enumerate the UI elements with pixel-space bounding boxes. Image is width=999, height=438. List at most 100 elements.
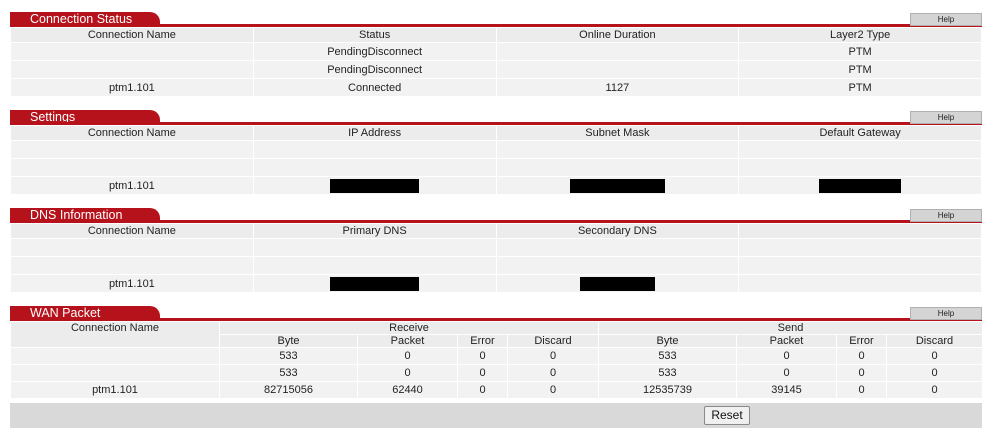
table-row: PendingDisconnect PTM xyxy=(10,60,982,79)
redacted-block xyxy=(819,178,902,193)
redacted-block xyxy=(330,178,420,193)
table-cell xyxy=(495,256,740,275)
table-cell xyxy=(10,364,220,382)
table-cell: ptm1.101 xyxy=(10,381,220,399)
table-cell xyxy=(10,256,254,275)
wan-packet-header: WAN Packet Help xyxy=(10,306,982,321)
column-header xyxy=(738,223,982,239)
table-cell xyxy=(252,238,497,257)
help-button[interactable]: Help xyxy=(910,209,982,222)
table-cell xyxy=(495,158,740,177)
table-cell xyxy=(738,274,982,293)
connection-status-section: Connection Status Help Connection Name S… xyxy=(10,12,982,97)
table-cell: 0 xyxy=(457,347,508,365)
section-rule xyxy=(10,122,982,125)
column-header: Primary DNS xyxy=(252,223,497,239)
settings-section: Settings Help Connection Name IP Address… xyxy=(10,110,982,195)
table-cell xyxy=(252,158,497,177)
table-cell: 533 xyxy=(598,364,737,382)
table-cell: 0 xyxy=(885,364,984,382)
table-cell: ptm1.101 xyxy=(10,274,254,293)
footer-bar: Reset xyxy=(10,403,982,428)
table-row: 533 0 0 0 533 0 0 0 xyxy=(10,364,984,382)
settings-header: Settings Help xyxy=(10,110,982,125)
column-header: Layer2 Type xyxy=(738,27,982,43)
table-row: ptm1.101 xyxy=(10,176,982,195)
table-cell: PTM xyxy=(738,42,982,61)
column-header: Secondary DNS xyxy=(495,223,740,239)
table-cell: 0 xyxy=(457,364,508,382)
table-cell xyxy=(495,238,740,257)
table-cell: 533 xyxy=(598,347,737,365)
table-cell: ptm1.101 xyxy=(10,176,254,195)
table-cell xyxy=(10,238,254,257)
column-header: Error xyxy=(457,334,508,348)
column-header: Byte xyxy=(598,334,737,348)
table-cell: 0 xyxy=(736,347,837,365)
default-gateway-cell xyxy=(738,176,982,195)
table-row: PendingDisconnect PTM xyxy=(10,42,982,61)
table-cell: 0 xyxy=(507,347,599,365)
table-cell xyxy=(495,60,740,79)
table-cell: 12535739 xyxy=(598,381,737,399)
table-cell: 0 xyxy=(507,381,599,399)
help-button[interactable]: Help xyxy=(910,13,982,26)
connection-status-table: Connection Name Status Online Duration L… xyxy=(10,27,982,97)
column-header: Byte xyxy=(219,334,358,348)
table-cell: 0 xyxy=(885,347,984,365)
table-cell: PTM xyxy=(738,60,982,79)
table-cell: 1127 xyxy=(495,78,740,97)
column-header: Connection Name xyxy=(10,125,254,141)
help-button[interactable]: Help xyxy=(910,307,982,320)
table-row: ptm1.101 xyxy=(10,274,982,293)
subnet-mask-cell xyxy=(495,176,740,195)
column-header: Online Duration xyxy=(495,27,740,43)
column-header: Error xyxy=(836,334,887,348)
table-cell xyxy=(252,140,497,159)
table-cell: PTM xyxy=(738,78,982,97)
dns-table: Connection Name Primary DNS Secondary DN… xyxy=(10,223,982,293)
table-cell xyxy=(738,256,982,275)
column-header: Discard xyxy=(507,334,599,348)
table-cell xyxy=(738,238,982,257)
table-row xyxy=(10,158,982,177)
dns-section: DNS Information Help Connection Name Pri… xyxy=(10,208,982,293)
table-cell xyxy=(738,140,982,159)
table-cell: 0 xyxy=(836,347,887,365)
table-cell: 0 xyxy=(357,347,458,365)
column-header: Connection Name xyxy=(10,223,254,239)
table-cell: ptm1.101 xyxy=(10,78,254,97)
table-cell: 533 xyxy=(219,364,358,382)
table-row: ptm1.101 82715056 62440 0 0 12535739 391… xyxy=(10,381,984,399)
redacted-block xyxy=(330,276,420,291)
table-cell: PendingDisconnect xyxy=(252,42,497,61)
redacted-block xyxy=(579,276,655,291)
table-cell xyxy=(10,140,254,159)
column-header: Packet xyxy=(357,334,458,348)
table-row xyxy=(10,140,982,159)
column-header: Connection Name xyxy=(10,321,220,348)
table-cell xyxy=(252,256,497,275)
table-cell xyxy=(738,158,982,177)
table-cell xyxy=(495,140,740,159)
receive-header: Receive xyxy=(219,321,599,335)
wan-packet-table: Connection Name Receive Send Byte Packet… xyxy=(10,321,984,399)
table-cell: 0 xyxy=(836,364,887,382)
table-cell: 0 xyxy=(736,364,837,382)
reset-button[interactable]: Reset xyxy=(704,406,750,425)
column-header: Subnet Mask xyxy=(495,125,740,141)
wan-packet-section: WAN Packet Help Connection Name Receive … xyxy=(10,306,984,399)
table-row: 533 0 0 0 533 0 0 0 xyxy=(10,347,984,365)
table-cell: 82715056 xyxy=(219,381,358,399)
column-header: Default Gateway xyxy=(738,125,982,141)
connection-status-header: Connection Status Help xyxy=(10,12,982,27)
secondary-dns-cell xyxy=(495,274,740,293)
section-rule xyxy=(10,220,982,223)
section-rule xyxy=(10,318,982,321)
column-header: Packet xyxy=(736,334,837,348)
send-header: Send xyxy=(597,321,984,335)
table-row xyxy=(10,256,982,275)
help-button[interactable]: Help xyxy=(910,111,982,124)
table-row xyxy=(10,238,982,257)
table-cell xyxy=(10,347,220,365)
